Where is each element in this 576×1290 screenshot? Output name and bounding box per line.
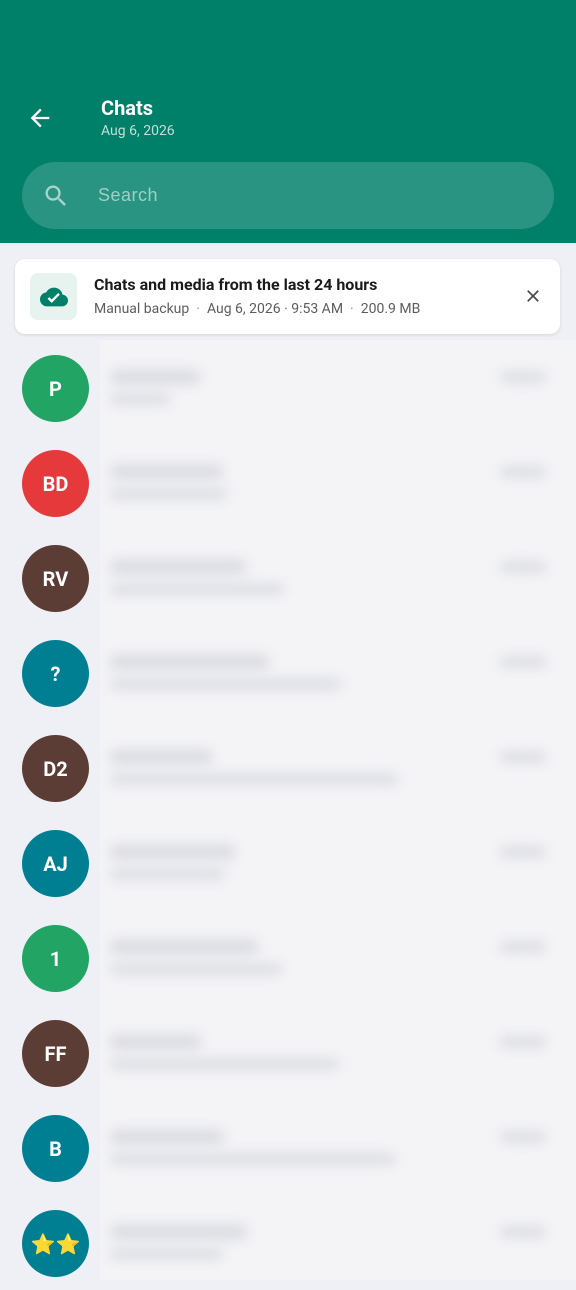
- blurred-name: [110, 370, 200, 384]
- chat-list-item[interactable]: ?: [0, 625, 576, 720]
- avatar: RV: [22, 545, 89, 612]
- blurred-message: [110, 869, 225, 879]
- blurred-time: [500, 752, 546, 762]
- blurred-name: [110, 655, 269, 669]
- backup-title: Chats and media from the last 24 hours: [94, 275, 378, 294]
- arrow-left-icon: [30, 108, 50, 128]
- blurred-time: [500, 942, 546, 952]
- blurred-message: [110, 1154, 396, 1164]
- avatar: D2: [22, 735, 89, 802]
- blurred-name: [110, 1225, 247, 1239]
- back-button[interactable]: [20, 98, 60, 138]
- chat-list-item[interactable]: B: [0, 1100, 576, 1195]
- backup-meta: Manual backup · Aug 6, 2026 · 9:53 AM · 200.…: [94, 301, 421, 317]
- blurred-name: [110, 940, 258, 954]
- chat-list-item[interactable]: ⭐⭐: [0, 1195, 576, 1290]
- avatar: ⭐⭐: [22, 1210, 89, 1277]
- avatar: BD: [22, 450, 89, 517]
- backup-datetime: Aug 6, 2026 · 9:53 AM: [206, 301, 344, 317]
- blurred-name: [110, 845, 235, 859]
- chat-list-item[interactable]: BD: [0, 435, 576, 530]
- blurred-name: [110, 750, 212, 764]
- backup-card[interactable]: Chats and media from the last 24 hours M…: [15, 259, 560, 334]
- search-icon: [42, 182, 70, 210]
- page-title: Chats: [101, 96, 154, 120]
- search-input[interactable]: [96, 184, 500, 207]
- blurred-message: [110, 679, 341, 689]
- avatar: FF: [22, 1020, 89, 1087]
- blurred-time: [500, 847, 546, 857]
- blurred-name: [110, 1130, 224, 1144]
- search-bar[interactable]: [22, 162, 554, 229]
- blurred-time: [500, 467, 546, 477]
- blurred-message: [110, 774, 398, 784]
- close-icon: [527, 290, 539, 302]
- avatar: P: [22, 355, 89, 422]
- chat-list: P BD RV? D2 AJ 1 FF B ⭐⭐: [0, 340, 576, 1290]
- app-header: Chats Aug 6, 2026: [0, 0, 576, 243]
- avatar: B: [22, 1115, 89, 1182]
- chat-list-item[interactable]: P: [0, 340, 576, 435]
- blurred-message: [110, 584, 284, 594]
- backup-size: 200.9 MB: [360, 301, 421, 317]
- blurred-time: [500, 1132, 546, 1142]
- chat-list-item[interactable]: 1: [0, 910, 576, 1005]
- blurred-name: [110, 560, 246, 574]
- blurred-name: [110, 465, 223, 479]
- cloud-check-icon: [30, 273, 77, 320]
- blurred-message: [110, 394, 170, 404]
- avatar: 1: [22, 925, 89, 992]
- blurred-time: [500, 562, 546, 572]
- blurred-time: [500, 372, 546, 382]
- close-button[interactable]: [518, 281, 548, 311]
- chat-list-item[interactable]: RV: [0, 530, 576, 625]
- chat-list-item[interactable]: AJ: [0, 815, 576, 910]
- blurred-message: [110, 489, 227, 499]
- blurred-message: [110, 1249, 223, 1259]
- blurred-time: [500, 1227, 546, 1237]
- chat-list-item[interactable]: D2: [0, 720, 576, 815]
- chat-list-item[interactable]: FF: [0, 1005, 576, 1100]
- blurred-message: [110, 964, 282, 974]
- blurred-time: [500, 1037, 546, 1047]
- blurred-time: [500, 657, 546, 667]
- avatar: AJ: [22, 830, 89, 897]
- blurred-message: [110, 1059, 339, 1069]
- backup-type: Manual backup: [94, 301, 190, 317]
- page-subtitle: Aug 6, 2026: [101, 123, 175, 139]
- blurred-name: [110, 1035, 201, 1049]
- avatar: ?: [22, 640, 89, 707]
